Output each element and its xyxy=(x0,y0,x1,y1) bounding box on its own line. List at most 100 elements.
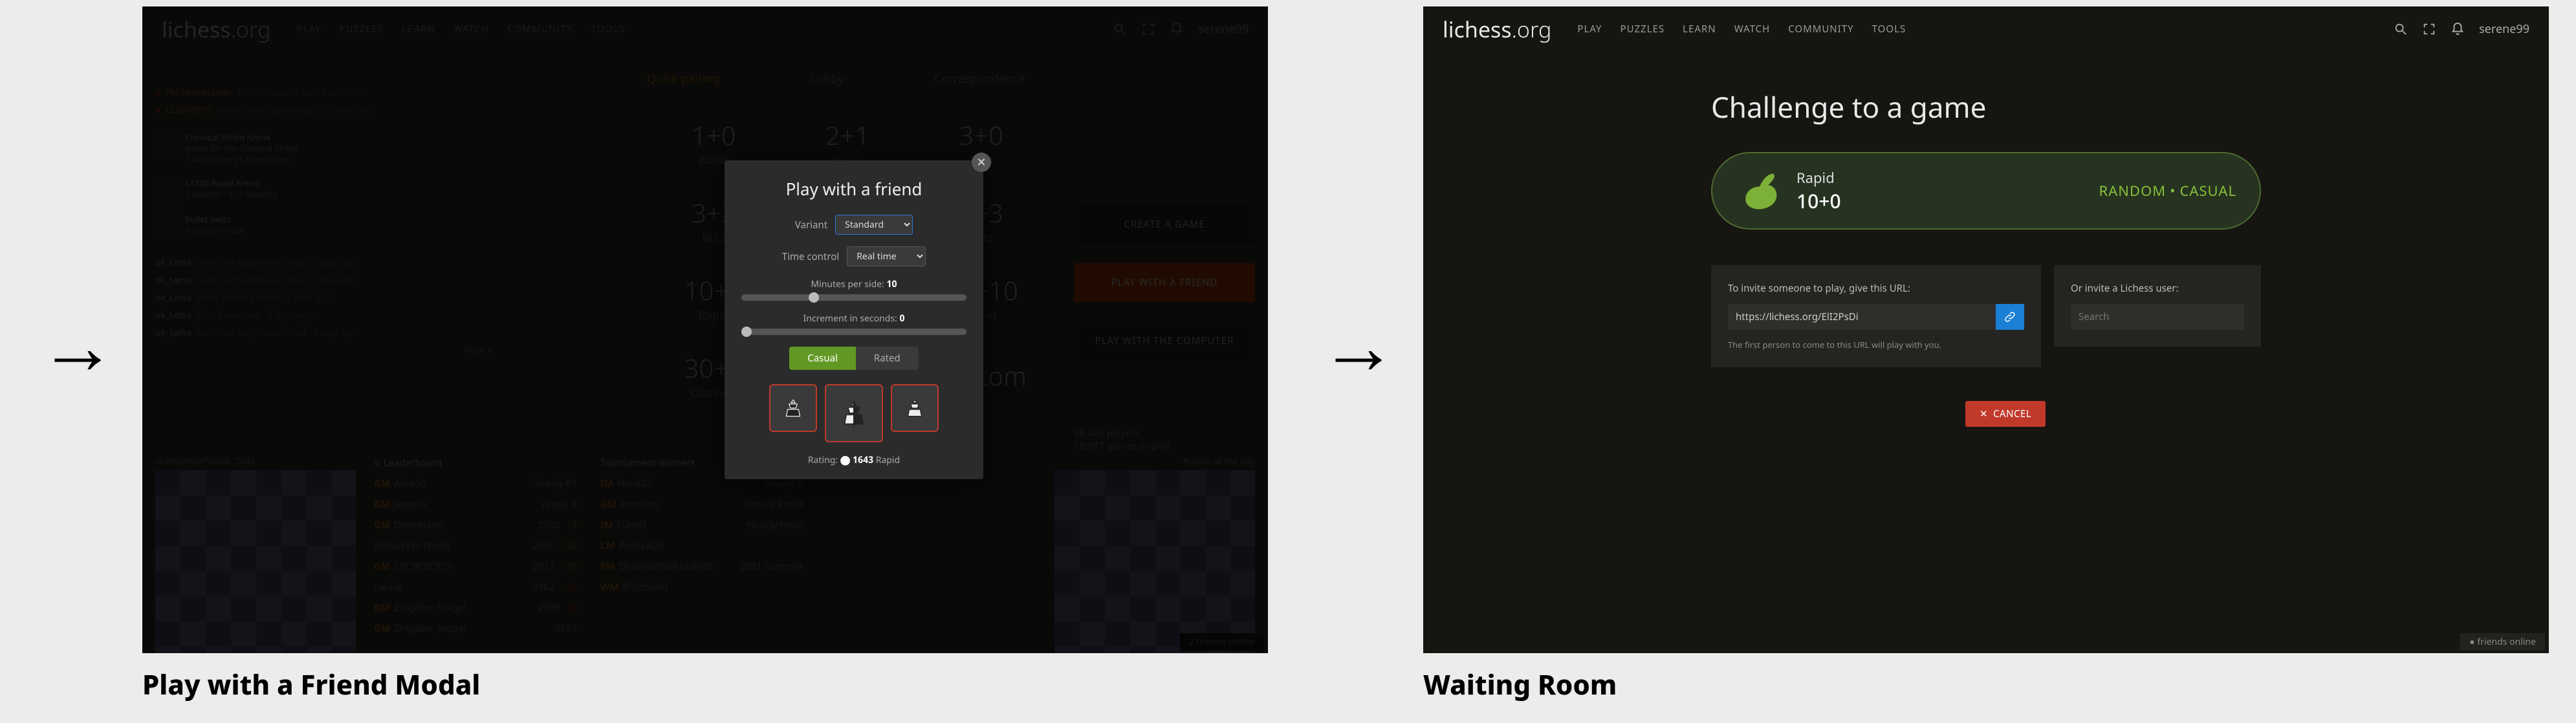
mode-casual-button[interactable]: Casual xyxy=(789,347,856,370)
increment-slider[interactable] xyxy=(741,329,966,335)
user-menu[interactable]: serene99 xyxy=(1198,21,1249,37)
minutes-slider[interactable] xyxy=(741,294,966,301)
tab-correspondence[interactable]: Correspondence xyxy=(934,71,1025,87)
puzzle-of-day-label: Puzzle of the day xyxy=(1054,453,1255,470)
search-icon[interactable] xyxy=(2394,22,2408,36)
mode-toggle: Casual Rated xyxy=(741,347,966,370)
increment-label: Increment in seconds: 0 xyxy=(741,312,966,325)
leaderboard: ≡ Leaderboard GMArka50Yearly #1GMJepetto… xyxy=(369,453,582,653)
play-with-friend-button[interactable]: PLAY WITH A FRIEND xyxy=(1074,263,1255,302)
time-control-label: Time control xyxy=(782,250,839,263)
leaderboard-row[interactable]: GMC9C9C9C9C92912↑10 xyxy=(369,556,582,577)
invite-url-note: The first person to come to this URL wil… xyxy=(1728,339,2024,351)
screenshot-waiting-room: lichess.org PLAY PUZZLES LEARN WATCH COMMUNI… xyxy=(1423,6,2549,653)
flow-arrow-1: → xyxy=(39,291,116,396)
leaderboard-row[interactable]: GMArka50Yearly #1 xyxy=(369,473,582,494)
play-with-friend-modal: ✕ Play with a friend Variant Standard Ti… xyxy=(725,160,983,479)
user-menu[interactable]: serene99 xyxy=(2479,21,2529,37)
color-white-button[interactable] xyxy=(891,384,939,432)
create-game-button[interactable]: CREATE A GAME xyxy=(1074,205,1255,244)
time-control-select[interactable]: Real time xyxy=(847,246,926,266)
nav-community[interactable]: COMMUNITY xyxy=(1788,23,1853,36)
mini-board-tv[interactable] xyxy=(155,470,356,653)
cancel-button[interactable]: ✕ CANCEL xyxy=(1965,401,2046,427)
nav-tools[interactable]: TOOLS xyxy=(591,23,626,36)
nav-puzzles[interactable]: PUZZLES xyxy=(1621,23,1665,36)
event-link[interactable]: ≤1700 Rapid Arena3 players • in 3 minute… xyxy=(155,171,492,208)
friends-online-toggle[interactable]: 2 friends online xyxy=(1180,633,1264,651)
variant-label: Variant xyxy=(795,219,827,232)
event-link[interactable]: Classical Shield ArenaBattle for the Cla… xyxy=(155,125,492,171)
leaderboard-header: Leaderboard xyxy=(384,457,442,469)
caption-left: Play with a Friend Modal xyxy=(142,666,480,703)
play-with-computer-button[interactable]: PLAY WITH THE COMPUTER xyxy=(1074,321,1255,360)
modal-close-button[interactable]: ✕ xyxy=(972,153,991,172)
logo[interactable]: lichess.org xyxy=(1443,14,1551,44)
feed-more-link[interactable]: More » xyxy=(155,344,492,356)
timeline-entry[interactable]: ok_tamahosts not bughouse simul2 days ag… xyxy=(155,324,492,341)
left-sidebar: ●FM FedeMaster Twitch viewers arena with… xyxy=(155,84,492,356)
stream-link[interactable]: ●FM FedeMaster Twitch viewers arena with… xyxy=(155,84,492,102)
stats-games: 18,977 games in play xyxy=(1074,440,1170,453)
color-random-button[interactable] xyxy=(825,384,883,442)
main-nav: PLAY PUZZLES LEARN WATCH COMMUNITY TOOLS xyxy=(296,23,625,36)
stream-link[interactable]: ●CLSmith15 Friday night game night • lic… xyxy=(155,102,492,119)
variant-select[interactable]: Standard xyxy=(835,215,913,235)
challenge-pill: Rapid 10+0 RANDOM•CASUAL xyxy=(1711,152,2261,230)
leaderboard-row[interactable]: GMZhigalko_Sergei2798↓5 xyxy=(369,598,582,618)
timeline-entry[interactable]: ok_tamahosts xxmejla simul2 days ago xyxy=(155,289,492,307)
fullscreen-icon[interactable] xyxy=(2422,22,2436,36)
timeline-entry[interactable]: ok_tamahosts not bughouse simul2 days ag… xyxy=(155,272,492,289)
timeline-entry[interactable]: ok_tamajoins lumos.exe2 days ago xyxy=(155,307,492,324)
screenshot-play-with-friend-modal: lichess.org PLAY PUZZLES LEARN WATCH COMMUNI… xyxy=(142,6,1268,653)
nav-learn[interactable]: LEARN xyxy=(402,23,435,36)
color-picker xyxy=(741,384,966,442)
tab-quick-pairing[interactable]: Quick pairing xyxy=(647,71,720,87)
invite-url-panel: To invite someone to play, give this URL… xyxy=(1711,265,2041,367)
pill-perf: Rapid xyxy=(1796,168,1841,188)
tab-lobby[interactable]: Lobby xyxy=(811,71,844,87)
nav-tools[interactable]: TOOLS xyxy=(1872,23,1906,36)
leaderboard-row[interactable]: GMDrohmann2900↑9 xyxy=(369,515,582,535)
winner-row[interactable]: IMFumiffHourly Hype xyxy=(595,515,809,535)
invite-user-search[interactable] xyxy=(2071,304,2244,330)
nav-watch[interactable]: WATCH xyxy=(453,23,490,36)
copy-url-button[interactable] xyxy=(1996,304,2024,330)
mode-rated-button[interactable]: Rated xyxy=(856,347,919,370)
event-link[interactable]: Bullet Swiss3 players • now xyxy=(155,208,492,244)
invite-url-input[interactable] xyxy=(1728,304,1996,330)
nav-play[interactable]: PLAY xyxy=(296,23,321,36)
nav-learn[interactable]: LEARN xyxy=(1683,23,1716,36)
winner-row[interactable]: FMDhanyanSaifuddin022021 Summer xyxy=(595,556,809,577)
winner-row[interactable]: LMPeshkaCh xyxy=(595,535,809,556)
friends-online-toggle[interactable]: ● friends online xyxy=(2460,633,2545,651)
invite-user-panel: Or invite a Lichess user: xyxy=(2054,265,2261,347)
close-icon: ✕ xyxy=(1980,407,1988,420)
modal-rating-line: Rating: ⬤ 1643 Rapid xyxy=(741,454,966,466)
fullscreen-icon[interactable] xyxy=(1141,22,1155,36)
site-stats: 46,488 players 18,977 games in play xyxy=(1074,427,1170,453)
leaderboard-row[interactable]: GMJepettoYearly # xyxy=(369,494,582,515)
leaderboard-row[interactable]: AlohaYoYo1Push2697↑32 xyxy=(369,535,582,556)
page-title: Challenge to a game xyxy=(1711,87,1986,126)
leaderboard-row[interactable]: GMZhigalko_Sergei2587 xyxy=(369,618,582,639)
nav-play[interactable]: PLAY xyxy=(1577,23,1602,36)
winner-row[interactable]: GMArnuliusHourly Rapid xyxy=(595,494,809,515)
mini-board-puzzle[interactable] xyxy=(1054,470,1255,653)
invite-url-label: To invite someone to play, give this URL… xyxy=(1728,282,2024,295)
nav-puzzles[interactable]: PUZZLES xyxy=(340,23,384,36)
winner-row[interactable]: WMBlitzbullet xyxy=(595,577,809,598)
nav-watch[interactable]: WATCH xyxy=(1734,23,1771,36)
leaderboard-row[interactable]: catask2362↓10 xyxy=(369,577,582,598)
logo[interactable]: lichess.org xyxy=(162,14,270,44)
bell-icon[interactable] xyxy=(1170,22,1184,36)
bell-icon[interactable] xyxy=(2450,22,2465,36)
search-icon[interactable] xyxy=(1113,22,1127,36)
color-black-button[interactable] xyxy=(769,384,817,432)
timeline-entry[interactable]: ok_tamahosts not bughouse simul2 days ag… xyxy=(155,254,492,272)
tv-player-name: realhomeoffice50 xyxy=(155,455,230,468)
play-buttons: CREATE A GAME PLAY WITH A FRIEND PLAY WI… xyxy=(1074,205,1255,380)
flow-arrow-2: → xyxy=(1320,291,1397,396)
main-nav: PLAY PUZZLES LEARN WATCH COMMUNITY TOOLS xyxy=(1577,23,1906,36)
nav-community[interactable]: COMMUNITY xyxy=(507,23,573,36)
